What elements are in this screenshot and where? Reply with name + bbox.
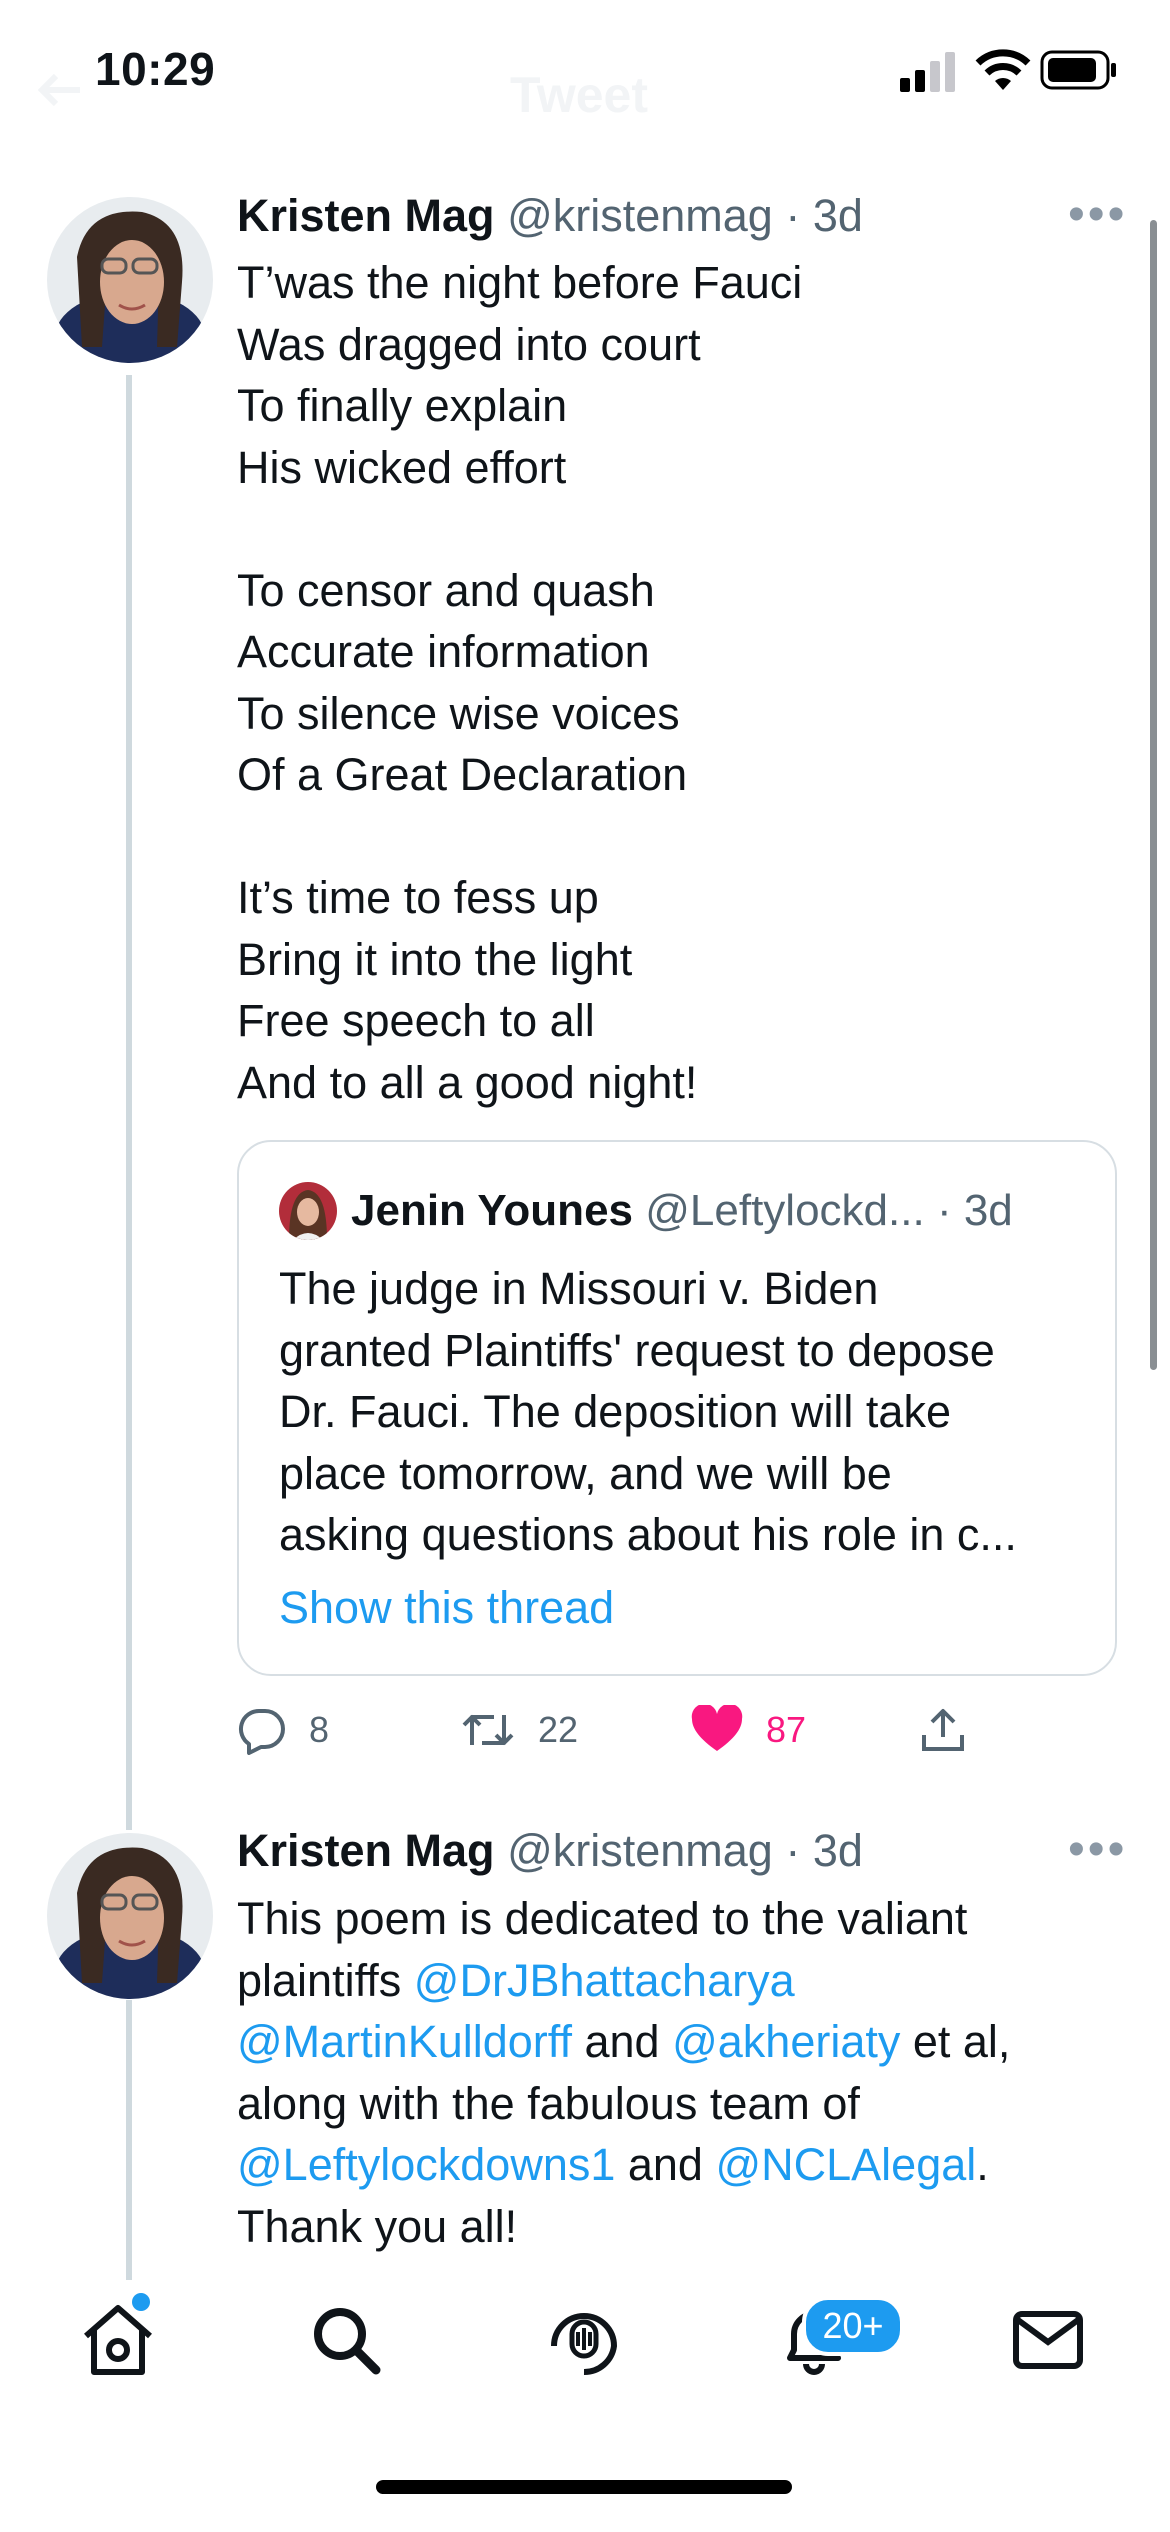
mention-link[interactable]: @NCLAlegal <box>715 2139 976 2190</box>
thread-line <box>126 2000 132 2280</box>
mention-link[interactable]: @Leftylockdowns1 <box>237 2139 615 2190</box>
like-count: 87 <box>766 1709 807 1750</box>
search-icon[interactable] <box>306 2300 386 2380</box>
tweet-text-line: along with the fabulous team of <box>237 2073 1117 2135</box>
home-icon[interactable] <box>78 2300 158 2380</box>
quote-time: · 3d <box>936 1186 1013 1235</box>
text-segment: Thank you all! <box>237 2200 518 2252</box>
home-notification-dot <box>132 2293 150 2311</box>
quote-tweet-card[interactable]: Jenin Younes @Leftylockd... · 3d The jud… <box>237 1140 1117 1676</box>
heart-icon <box>691 1705 743 1751</box>
share-button[interactable] <box>918 1700 968 1760</box>
tweet-time: · 3d <box>785 190 863 241</box>
author-name[interactable]: Kristen Mag <box>237 190 495 241</box>
text-segment: plaintiffs <box>237 1954 414 2006</box>
text-segment: This poem is dedicated to the valiant <box>237 1893 968 1944</box>
tweet-text-line: plaintiffs @DrJBhattacharya <box>237 1950 1117 2012</box>
tweet-text: T’was the night before Fauci Was dragged… <box>237 257 803 1108</box>
show-thread-link[interactable]: Show this thread <box>279 1582 614 1634</box>
back-arrow-icon[interactable] <box>30 70 90 110</box>
retweet-button[interactable]: 22 <box>460 1700 578 1760</box>
like-button[interactable]: 87 <box>690 1700 806 1760</box>
author-name[interactable]: Kristen Mag <box>237 1825 495 1876</box>
reply-count: 8 <box>309 1709 330 1750</box>
quote-avatar <box>279 1182 337 1240</box>
reply-button[interactable]: 8 <box>237 1700 329 1760</box>
share-icon <box>922 1709 964 1751</box>
quote-author-name: Jenin Younes <box>351 1186 634 1235</box>
notifications-badge: 20+ <box>802 2296 904 2356</box>
status-time: 10:29 <box>95 43 216 95</box>
spaces-icon[interactable] <box>544 2300 624 2380</box>
author-handle[interactable]: @kristenmag <box>507 1825 773 1876</box>
quote-header: Jenin Younes @Leftylockd... · 3d <box>351 1186 1013 1236</box>
quote-author-handle: @Leftylockd... <box>645 1186 925 1235</box>
more-options-icon[interactable]: ••• <box>1068 1826 1127 1874</box>
text-segment: and <box>571 2016 673 2067</box>
mention-link[interactable]: @akheriaty <box>672 2016 900 2067</box>
tweet-text: This poem is dedicated to the valiant pl… <box>237 1888 1117 2257</box>
more-options-icon[interactable]: ••• <box>1068 191 1127 239</box>
mention-link[interactable]: @DrJBhattacharya <box>414 1955 795 2006</box>
text-segment: along with the fabulous team of <box>237 2077 860 2129</box>
text-segment: and <box>615 2139 716 2190</box>
tweet-header: Kristen Mag @kristenmag · 3d <box>237 190 863 242</box>
home-indicator <box>376 2480 792 2494</box>
thread-line <box>126 375 132 1830</box>
tweet-text-line: This poem is dedicated to the valiant <box>237 1888 1117 1950</box>
tweet-text-line: Thank you all! <box>237 2196 1117 2258</box>
signal-icon <box>900 52 955 92</box>
avatar[interactable] <box>47 197 213 363</box>
wifi-icon <box>975 49 1031 90</box>
text-segment: et al, <box>900 2016 1011 2067</box>
retweet-icon <box>462 1715 514 1745</box>
messages-icon[interactable] <box>1008 2300 1088 2380</box>
tweet-time: · 3d <box>785 1825 863 1876</box>
battery-icon <box>1040 50 1116 90</box>
retweet-count: 22 <box>538 1709 579 1750</box>
author-handle[interactable]: @kristenmag <box>507 190 773 241</box>
nav-title: Tweet <box>510 67 648 123</box>
text-segment: . <box>976 2139 989 2190</box>
avatar[interactable] <box>47 1833 213 1999</box>
quote-text: The judge in Missouri v. Biden granted P… <box>279 1263 1017 1560</box>
tweet-text-line: @Leftylockdowns1 and @NCLAlegal. <box>237 2134 1117 2196</box>
tweet-text-line: @MartinKulldorff and @akheriaty et al, <box>237 2011 1117 2073</box>
scrollbar[interactable] <box>1150 220 1157 1370</box>
reply-icon <box>238 1708 285 1755</box>
mention-link[interactable]: @MartinKulldorff <box>237 2016 572 2067</box>
tweet-header: Kristen Mag @kristenmag · 3d <box>237 1825 863 1877</box>
